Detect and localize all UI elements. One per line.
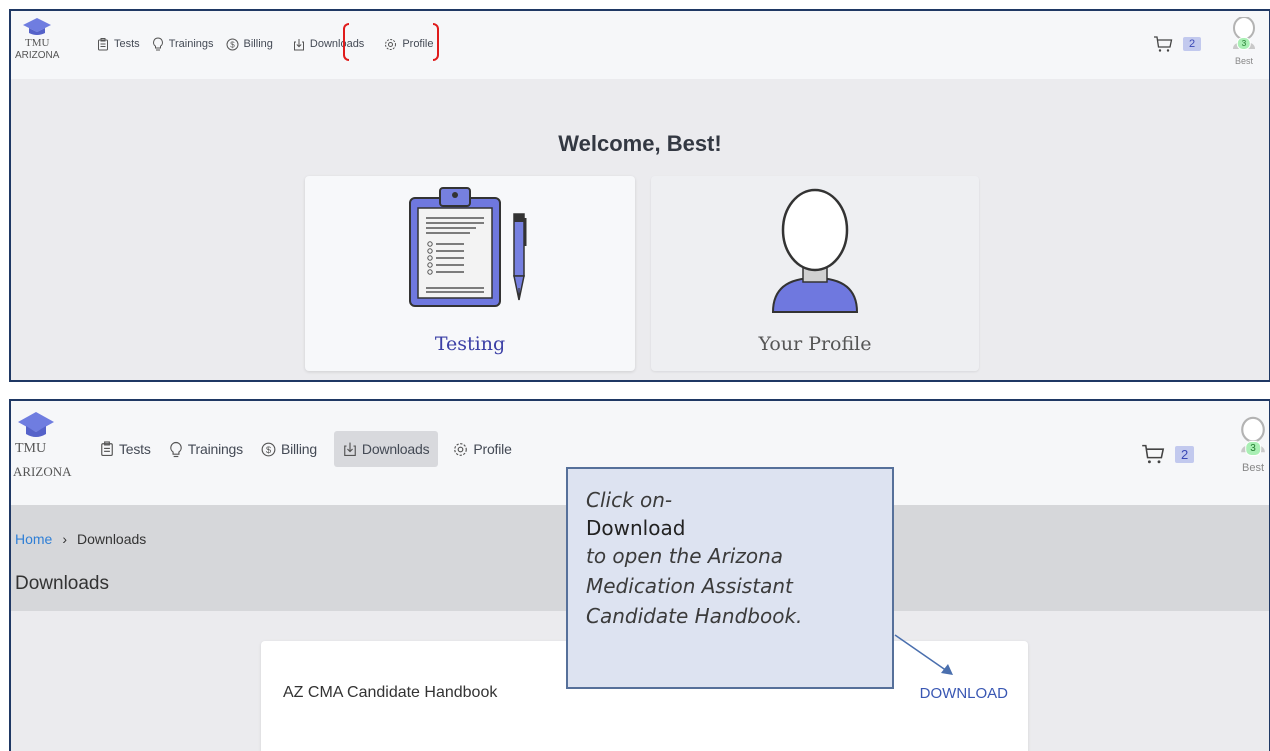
nav-profile[interactable]: Profile <box>378 33 439 55</box>
highlight-bracket-right <box>433 23 439 61</box>
user-menu[interactable]: 3 Best <box>1231 16 1257 66</box>
main-nav: Tests Trainings $ Billing Downloads Prof… <box>91 431 521 467</box>
brand-logo[interactable]: TMU ARIZONA <box>15 17 59 62</box>
breadcrumb-home-link[interactable]: Home <box>15 531 52 547</box>
avatar: 3 <box>1239 415 1267 460</box>
cart-count-badge: 2 <box>1183 37 1202 51</box>
user-name: Best <box>1234 56 1253 66</box>
brand-name: TMU <box>25 37 50 49</box>
cart-count-badge: 2 <box>1175 445 1195 463</box>
download-link[interactable]: DOWNLOAD <box>920 685 1008 702</box>
nav-trainings-label: Trainings <box>168 38 214 50</box>
callout-line-3: to open the Arizona <box>586 544 784 568</box>
brand-sub: ARIZONA <box>13 463 72 479</box>
callout-line-1: Click on- <box>586 488 673 512</box>
nav-billing[interactable]: $ Billing <box>220 33 279 55</box>
clipboard-icon <box>100 441 114 457</box>
callout-arrow-icon <box>894 634 953 675</box>
nav-tests-label: Tests <box>114 38 140 50</box>
card-your-profile[interactable]: Your Profile <box>651 176 979 371</box>
main-nav: Tests Trainings $ Billing Downloads Prof… <box>91 33 440 55</box>
lightbulb-icon <box>152 37 164 51</box>
breadcrumb-separator: › <box>62 531 68 547</box>
nav-trainings-label: Trainings <box>187 441 243 457</box>
person-profile-icon <box>771 188 859 313</box>
nav-tests-label: Tests <box>119 441 151 457</box>
cart[interactable]: 2 <box>1141 443 1195 465</box>
graduation-cap-icon <box>18 412 54 437</box>
top-navbar: TMU ARIZONA Tests Trainings $ Billing Do… <box>11 11 1269 79</box>
lightbulb-icon <box>169 441 183 458</box>
nav-profile-label: Profile <box>402 38 434 50</box>
page-title: Downloads <box>15 573 109 594</box>
nav-trainings[interactable]: Trainings <box>160 431 252 467</box>
nav-downloads[interactable]: Downloads <box>333 431 439 467</box>
card-testing-label: Testing <box>434 333 506 355</box>
nav-trainings[interactable]: Trainings <box>146 33 220 55</box>
nav-billing[interactable]: $ Billing <box>252 431 326 467</box>
nav-tests[interactable]: Tests <box>91 33 146 55</box>
dollar-circle-icon: $ <box>226 38 239 51</box>
clipboard-checklist-icon <box>409 187 527 307</box>
avatar: 3 <box>1231 16 1257 54</box>
breadcrumb: Home › Downloads <box>15 531 146 547</box>
download-icon <box>343 441 357 457</box>
gear-icon <box>384 38 397 51</box>
dashboard-screenshot: TMU ARIZONA Tests Trainings $ Billing Do… <box>9 9 1270 382</box>
card-profile-label: Your Profile <box>758 333 872 355</box>
user-name: Best <box>1241 462 1264 474</box>
callout-line-4: Medication Assistant <box>586 574 793 598</box>
download-item-name: AZ CMA Candidate Handbook <box>283 684 498 701</box>
card-testing[interactable]: Testing <box>305 176 635 371</box>
brand-name: TMU <box>15 441 47 456</box>
user-menu[interactable]: 3 Best <box>1239 415 1267 474</box>
instruction-callout: Click on- Download to open the Arizona M… <box>566 467 894 689</box>
brand-logo[interactable]: TMU ARIZONA <box>13 411 72 479</box>
user-notification-badge: 3 <box>1236 37 1252 50</box>
dollar-circle-icon: $ <box>261 442 276 457</box>
cart-icon <box>1154 36 1173 52</box>
nav-profile-label: Profile <box>473 441 512 457</box>
clipboard-icon <box>97 37 109 51</box>
nav-downloads-label: Downloads <box>309 38 365 50</box>
svg-text:$: $ <box>266 444 271 454</box>
breadcrumb-current: Downloads <box>77 531 147 547</box>
nav-tests[interactable]: Tests <box>91 431 160 467</box>
nav-billing-label: Billing <box>280 441 317 457</box>
brand-sub: ARIZONA <box>15 50 60 62</box>
download-icon <box>293 38 305 51</box>
nav-billing-label: Billing <box>243 38 273 50</box>
callout-line-5: Candidate Handbook. <box>586 604 803 628</box>
cart[interactable]: 2 <box>1153 35 1202 53</box>
svg-text:$: $ <box>230 40 235 49</box>
callout-line-2: Download <box>586 516 686 540</box>
gear-icon <box>453 442 468 457</box>
cart-icon <box>1142 444 1165 464</box>
user-notification-badge: 3 <box>1245 441 1261 456</box>
nav-profile[interactable]: Profile <box>444 431 520 467</box>
downloads-screenshot: TMU ARIZONA Tests Trainings $ Billing Do… <box>9 399 1270 751</box>
welcome-heading: Welcome, Best! <box>558 131 722 156</box>
nav-downloads[interactable]: Downloads <box>287 33 370 55</box>
highlight-bracket-left <box>343 23 349 61</box>
graduation-cap-icon <box>23 18 52 35</box>
nav-downloads-label: Downloads <box>361 441 430 457</box>
